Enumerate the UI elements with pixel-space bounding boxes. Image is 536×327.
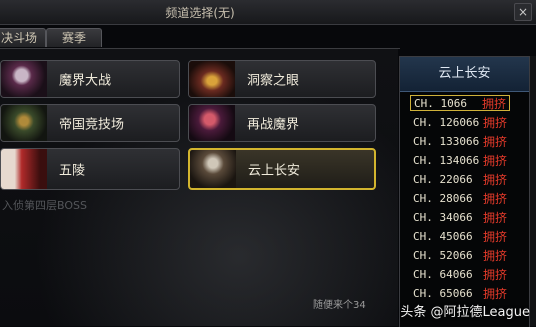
channel-item[interactable]: CH. 64066 拥挤 [410,267,510,283]
dungeon-label: 五陵 [59,163,86,179]
tab-bar: 决斗场 赛季 [0,26,400,49]
channel-name: CH. 64066 [413,268,473,281]
channel-panel: 云上长安 CH. 1066 拥挤 CH. 126066 拥挤 CH. 13306… [399,56,530,327]
cloud-changan-thumbnail [190,150,236,188]
channel-name: CH. 126066 [413,116,480,129]
channel-name: CH. 133066 [413,135,480,148]
channel-item[interactable]: CH. 1066 拥挤 [410,95,510,111]
channel-name: CH. 34066 [413,211,473,224]
channel-name: CH. 52066 [413,249,473,262]
close-button[interactable]: × [514,3,532,21]
channel-item[interactable]: CH. 65066 拥挤 [410,286,510,302]
channel-item[interactable]: CH. 52066 拥挤 [410,248,510,264]
dungeon-label: 洞察之眼 [247,73,300,89]
dungeon-button-imperial-arena[interactable]: 帝国竞技场 [0,104,180,142]
channel-item[interactable]: CH. 22066 拥挤 [410,172,510,188]
channel-name: CH. 134066 [413,154,480,167]
channel-item[interactable]: CH. 45066 拥挤 [410,229,510,245]
channel-item[interactable]: CH. 34066 拥挤 [410,210,510,226]
insight-eye-thumbnail [189,61,235,97]
channel-name: CH. 28066 [413,192,473,205]
imperial-arena-thumbnail [1,105,47,141]
watermark: 头条 @阿拉德League [400,305,530,320]
dungeon-button-demon-war[interactable]: 魔界大战 [0,60,180,98]
channel-item[interactable]: CH. 134066 拥挤 [410,153,510,169]
channel-status: 拥挤 [482,116,507,130]
channel-name: CH. 45066 [413,230,473,243]
dungeon-button-wuling[interactable]: 五陵 [0,148,180,190]
dungeon-label: 魔界大战 [59,73,112,89]
background-text: 入侦第四层BOSS [2,199,87,212]
channel-status: 拥挤 [482,173,507,187]
dungeon-label: 云上长安 [248,163,301,179]
channel-scrollbar[interactable] [530,56,536,326]
dungeon-label: 帝国竞技场 [59,117,125,133]
channel-name: CH. 65066 [413,287,473,300]
dungeon-button-insight-eye[interactable]: 洞察之眼 [188,60,376,98]
channel-item[interactable]: CH. 126066 拥挤 [410,115,510,131]
channel-name: CH. 22066 [413,173,473,186]
channel-status: 拥挤 [482,287,507,301]
channel-panel-header: 云上长安 [400,57,529,92]
channel-status: 拥挤 [482,154,507,168]
channel-status: 拥挤 [482,135,507,149]
channel-status: 拥挤 [482,211,507,225]
wuling-thumbnail [1,149,47,189]
channel-status: 拥挤 [482,268,507,282]
demon-war-again-thumbnail [189,105,235,141]
dungeon-label: 再战魔界 [247,117,300,133]
chat-text: 随便来个34 [313,300,366,311]
dungeon-button-cloud-changan[interactable]: 云上长安 [188,148,376,190]
channel-item[interactable]: CH. 28066 拥挤 [410,191,510,207]
channel-status: 拥挤 [482,249,507,263]
channel-name: CH. 1066 [414,97,467,110]
channel-status: 拥挤 [481,97,506,111]
channel-status: 拥挤 [482,230,507,244]
tab-season[interactable]: 赛季 [46,28,102,47]
demon-war-thumbnail [1,61,47,97]
channel-status: 拥挤 [482,192,507,206]
title-bar: 频道选择(无) × [0,0,536,25]
dungeon-button-demon-war-again[interactable]: 再战魔界 [188,104,376,142]
tab-duel-arena[interactable]: 决斗场 [0,28,46,47]
window-title: 频道选择(无) [165,6,235,20]
channel-item[interactable]: CH. 133066 拥挤 [410,134,510,150]
